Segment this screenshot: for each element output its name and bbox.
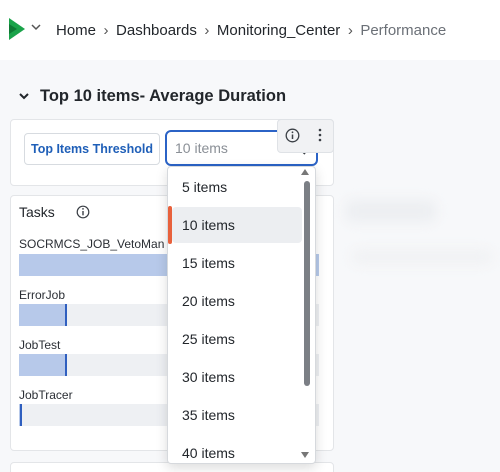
breadcrumb-monitoring-center[interactable]: Monitoring_Center	[217, 22, 340, 39]
task-bar-fill	[19, 404, 22, 426]
breadcrumb-dashboards[interactable]: Dashboards	[116, 22, 197, 39]
brand-logo-icon[interactable]	[9, 18, 25, 40]
task-bar-fill	[19, 304, 67, 326]
task-label: ErrorJob	[19, 288, 66, 302]
top-items-threshold-button[interactable]: Top Items Threshold	[24, 133, 160, 165]
tasks-title: Tasks	[19, 204, 55, 220]
dropdown-option[interactable]: 35 items	[172, 397, 302, 433]
breadcrumb-current: Performance	[360, 21, 447, 39]
task-bar-fill	[19, 354, 67, 376]
info-icon[interactable]	[76, 205, 90, 219]
selected-marker	[168, 206, 172, 244]
breadcrumb-home[interactable]: Home	[56, 22, 96, 39]
dropdown-option-selected[interactable]: 10 items	[168, 206, 302, 244]
breadcrumb: Home › Dashboards › Monitoring_Center › …	[56, 19, 446, 41]
dropdown-scrollbar-thumb[interactable]	[304, 181, 310, 386]
items-select-placeholder: 10 items	[175, 140, 228, 156]
dropdown-option[interactable]: 5 items	[172, 169, 302, 205]
info-icon[interactable]	[285, 128, 300, 143]
chevron-down-icon[interactable]	[31, 22, 41, 32]
dropdown-option-label: 10 items	[182, 217, 235, 233]
section-header[interactable]: Top 10 items- Average Duration	[18, 86, 286, 106]
scroll-down-icon[interactable]	[301, 452, 309, 458]
top-bar: Home › Dashboards › Monitoring_Center › …	[0, 0, 500, 60]
task-label: JobTracer	[19, 388, 73, 402]
task-label: JobTest	[19, 338, 61, 352]
dropdown-option[interactable]: 30 items	[172, 359, 302, 395]
task-label: SOCRMCS_JOB_VetoMan	[19, 237, 165, 251]
items-dropdown-menu: 5 items 10 items 15 items 20 items 25 it…	[167, 166, 316, 464]
breadcrumb-separator: ›	[103, 21, 109, 39]
more-vertical-icon[interactable]	[316, 127, 324, 143]
dropdown-option[interactable]: 20 items	[172, 283, 302, 319]
breadcrumb-separator: ›	[347, 21, 353, 39]
dropdown-option[interactable]: 15 items	[172, 245, 302, 281]
breadcrumb-separator: ›	[204, 21, 210, 39]
scroll-up-icon[interactable]	[301, 169, 309, 175]
dropdown-option[interactable]: 25 items	[172, 321, 302, 357]
chevron-down-icon[interactable]	[18, 90, 30, 102]
section-title: Top 10 items- Average Duration	[40, 86, 287, 105]
blurred-panel-content	[346, 200, 436, 222]
blurred-panel-content	[352, 250, 492, 264]
dropdown-option[interactable]: 40 items	[172, 435, 302, 463]
